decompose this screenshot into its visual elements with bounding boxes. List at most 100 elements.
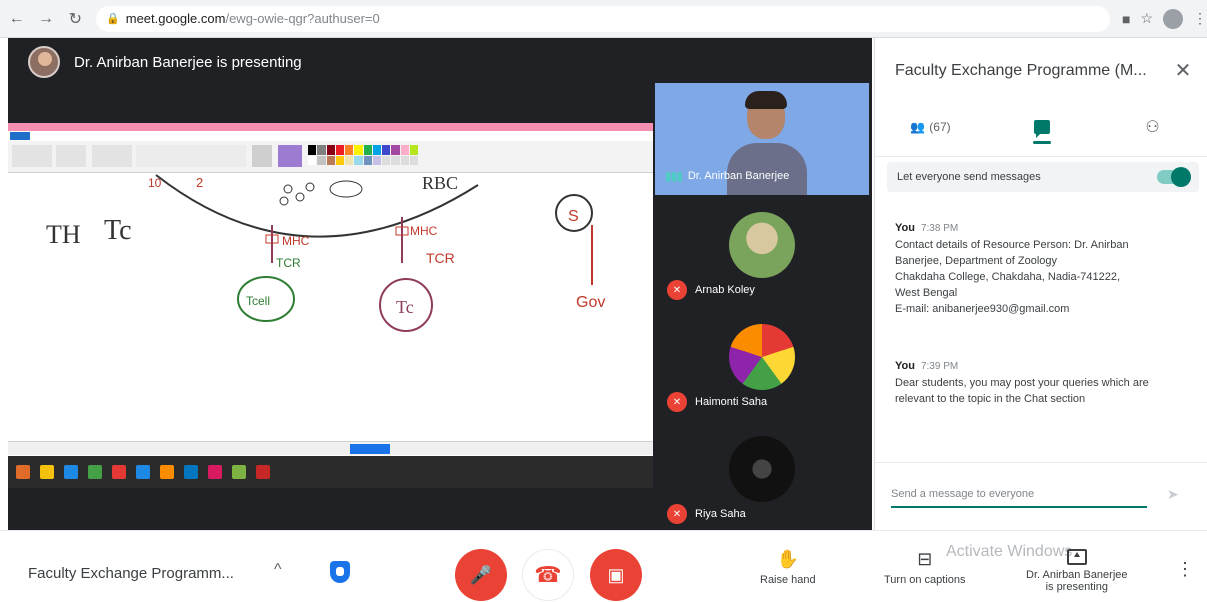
paint-titlebar [8, 123, 653, 131]
message-line: relevant to the topic in the Chat sectio… [895, 393, 1086, 405]
label-tc-circle: Tc [396, 297, 414, 317]
toggle-label: Let everyone send messages [897, 171, 1041, 183]
reload-icon[interactable]: ↻ [63, 6, 88, 32]
message-line: Chakdaha College, Chakdaha, Nadia-741222… [895, 271, 1121, 283]
participant-avatar [729, 436, 795, 502]
let-everyone-send-row: Let everyone send messages [887, 162, 1199, 192]
present-now-button[interactable]: Dr. Anirban Banerjee is presenting [1026, 549, 1128, 593]
label-gov: Gov [576, 294, 605, 311]
camera-off-icon: ▣ [607, 564, 625, 585]
presenter-avatar [28, 46, 60, 78]
stop-sharing-chip[interactable] [350, 444, 390, 454]
address-bar[interactable]: 🔒 meet.google.com /ewg-owie-qgr?authuser… [96, 5, 1110, 32]
label-tcr-right: TCR [426, 250, 455, 266]
captions-icon: ⊟ [917, 549, 933, 569]
label-mhc-right: MHC [410, 224, 438, 238]
svg-text:S: S [568, 208, 579, 225]
captions-label: Turn on captions [884, 574, 966, 586]
label-mhc-left: MHC [282, 234, 310, 248]
participant-name: Riya Saha [695, 508, 746, 520]
paint-status-bar [8, 441, 653, 455]
mic-off-icon: 🎤 [469, 564, 493, 585]
shapes-icon: ⚇ [1145, 119, 1160, 136]
browser-menu-icon[interactable]: ⋮ [1193, 10, 1207, 27]
label-ten: 10 [148, 176, 162, 190]
url-path: /ewg-owie-qgr?authuser=0 [225, 11, 380, 26]
message-time: 7:39 PM [920, 361, 959, 372]
tab-people[interactable]: 👥 (67) [875, 106, 986, 148]
chat-icon [1033, 120, 1050, 138]
people-icon: 👥 [910, 120, 926, 134]
tab-activities[interactable]: ⚇ [1097, 106, 1207, 148]
mic-toggle-button[interactable]: 🎤 [455, 549, 507, 601]
label-tcr-left: TCR [276, 256, 301, 270]
participant-avatar [729, 324, 795, 390]
call-controls-bar: Faculty Exchange Programm... ^ 🎤 ☎ ▣ ✋ R… [0, 530, 1207, 602]
shared-screen: TH Tc 10 2 RBC MHC TCR Tcell MHC TCR Tc [8, 123, 653, 488]
presenter-banner-text: Dr. Anirban Banerjee is presenting [74, 53, 302, 71]
chat-message: You 7:38 PM Contact details of Resource P… [895, 220, 1185, 317]
participant-tile-riya[interactable]: ✕ Riya Saha [655, 422, 869, 534]
meeting-details-button[interactable]: Faculty Exchange Programm... [28, 565, 234, 582]
send-messages-toggle[interactable] [1157, 167, 1191, 187]
mic-off-icon: ✕ [667, 280, 687, 300]
participant-name: Arnab Koley [695, 284, 755, 296]
whiteboard-canvas[interactable]: TH Tc 10 2 RBC MHC TCR Tcell MHC TCR Tc [8, 173, 653, 435]
close-icon[interactable]: ✕ [1171, 58, 1195, 83]
tab-chat[interactable] [986, 106, 1097, 148]
chat-message-input[interactable]: Send a message to everyone [891, 484, 1147, 508]
windows-taskbar [8, 456, 653, 488]
chevron-up-icon[interactable]: ^ [274, 561, 282, 579]
chat-panel: Faculty Exchange Programme (M... ✕ 👥 (67… [874, 38, 1207, 530]
more-options-icon[interactable]: ⋮ [1176, 559, 1194, 580]
color-palette [308, 145, 418, 165]
captions-button[interactable]: ⊟ Turn on captions [884, 549, 966, 586]
participant-name: Dr. Anirban Banerjee [687, 170, 790, 182]
presenting-line1: Dr. Anirban Banerjee [1026, 569, 1128, 581]
profile-avatar[interactable] [1163, 8, 1183, 29]
mic-off-icon: ✕ [667, 504, 687, 524]
label-tcell: Tcell [246, 294, 270, 308]
camera-toggle-button[interactable]: ▣ [590, 549, 642, 601]
raise-hand-button[interactable]: ✋ Raise hand [760, 549, 816, 586]
raise-hand-label: Raise hand [760, 574, 816, 586]
message-line: E-mail: anibanerjee930@gmail.com [895, 303, 1070, 315]
browser-toolbar: ← → ↻ 🔒 meet.google.com /ewg-owie-qgr?au… [0, 0, 1207, 38]
people-count: (67) [929, 120, 951, 134]
paint-ribbon [8, 131, 653, 173]
participant-name: Haimonti Saha [695, 396, 768, 408]
message-line: Contact details of Resource Person: Dr. … [895, 239, 1129, 251]
camera-indicator-icon[interactable]: ■ [1122, 11, 1130, 27]
message-line: West Bengal [895, 287, 958, 299]
back-arrow-icon[interactable]: ← [4, 6, 29, 32]
participant-tile-haimonti[interactable]: ✕ Haimonti Saha [655, 310, 869, 422]
chat-message: You 7:39 PM Dear students, you may post y… [895, 358, 1185, 407]
message-sender: You [895, 360, 915, 372]
hang-up-icon: ☎ [534, 562, 562, 587]
presenter-banner: Dr. Anirban Banerjee is presenting [8, 38, 302, 86]
label-rbc: RBC [422, 173, 458, 193]
label-tc: Tc [104, 215, 132, 246]
message-time: 7:38 PM [920, 223, 959, 234]
shield-icon[interactable] [330, 561, 350, 583]
participant-tile-arnab[interactable]: ✕ Arnab Koley [655, 198, 869, 310]
mic-off-icon: ✕ [667, 392, 687, 412]
label-two: 2 [196, 175, 203, 190]
message-sender: You [895, 222, 915, 234]
present-screen-icon [1066, 549, 1087, 565]
message-line: Dear students, you may post your queries… [895, 377, 1149, 389]
presenting-line2: is presenting [1045, 581, 1108, 593]
label-th: TH [46, 220, 81, 249]
meeting-stage: Dr. Anirban Banerjee is presenting TH Tc… [8, 38, 872, 534]
participant-tile-presenter[interactable]: ▮▮▮ Dr. Anirban Banerjee [655, 83, 869, 195]
panel-title: Faculty Exchange Programme (M... [895, 61, 1147, 79]
message-line: Banerjee, Department of Zoology [895, 255, 1058, 267]
speaking-indicator-icon: ▮▮▮ [665, 169, 683, 183]
leave-call-button[interactable]: ☎ [522, 549, 574, 601]
bookmark-star-icon[interactable]: ☆ [1140, 10, 1153, 27]
lock-icon: 🔒 [106, 13, 120, 25]
forward-arrow-icon[interactable]: → [33, 6, 58, 32]
hand-icon: ✋ [776, 549, 800, 569]
send-icon[interactable]: ➤ [1167, 486, 1179, 503]
participant-avatar [729, 212, 795, 278]
